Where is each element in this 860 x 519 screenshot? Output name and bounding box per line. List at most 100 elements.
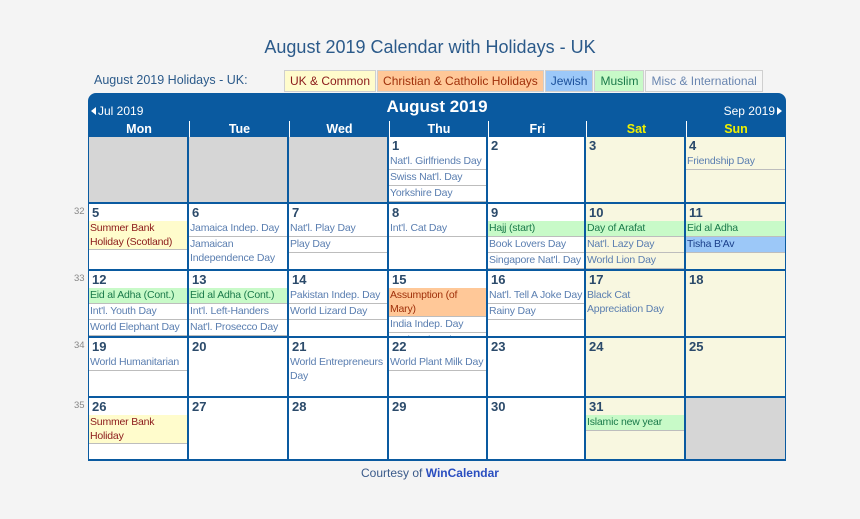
day-cell[interactable]: 6 Jamaica Indep. Day Jamaican Independence…: [189, 204, 289, 271]
day-cell[interactable]: 28: [289, 398, 389, 459]
day-cell[interactable]: 20: [189, 338, 289, 398]
day-cell[interactable]: 18: [686, 271, 785, 338]
day-cell[interactable]: 26 Summer Bank Holiday: [89, 398, 189, 459]
holiday-event[interactable]: Nat'l. Prosecco Day: [189, 320, 287, 336]
wincalendar-link[interactable]: WinCalendar: [426, 466, 499, 480]
day-number[interactable]: 17: [586, 271, 684, 288]
day-cell[interactable]: 19 World Humanitarian: [89, 338, 189, 398]
holiday-event[interactable]: Tisha B'Av: [686, 237, 785, 253]
holiday-event[interactable]: Assumption (of Mary): [389, 288, 486, 317]
legend-misc-international[interactable]: Misc & International: [645, 70, 763, 92]
day-cell[interactable]: 13 Eid al Adha (Cont.) Int'l. Left-Handers…: [189, 271, 289, 338]
day-cell[interactable]: 24: [586, 338, 686, 398]
day-cell[interactable]: 12 Eid al Adha (Cont.) Int'l. Youth Day Wor…: [89, 271, 189, 338]
holiday-event[interactable]: Eid al Adha: [686, 221, 785, 237]
legend-christian-catholic[interactable]: Christian & Catholic Holidays: [377, 70, 544, 92]
day-number[interactable]: 23: [488, 338, 584, 355]
holiday-event[interactable]: Play Day: [289, 237, 387, 253]
next-month-link[interactable]: Sep 2019: [724, 104, 782, 118]
day-cell[interactable]: 29: [389, 398, 488, 459]
day-cell[interactable]: 2: [488, 137, 586, 204]
holiday-event[interactable]: World Entrepreneurs Day: [289, 355, 387, 383]
day-number[interactable]: 7: [289, 204, 387, 221]
holiday-event[interactable]: Nat'l. Girlfriends Day: [389, 154, 486, 170]
day-cell[interactable]: 27: [189, 398, 289, 459]
day-cell[interactable]: 4 Friendship Day: [686, 137, 785, 204]
holiday-event[interactable]: Jamaica Indep. Day: [189, 221, 287, 237]
day-cell[interactable]: 30: [488, 398, 586, 459]
day-number[interactable]: 28: [289, 398, 387, 415]
holiday-event[interactable]: World Lion Day: [586, 253, 684, 269]
day-cell[interactable]: 10 Day of Arafat Nat'l. Lazy Day World Lion…: [586, 204, 686, 271]
day-number[interactable]: 15: [389, 271, 486, 288]
holiday-event[interactable]: Summer Bank Holiday: [89, 415, 187, 444]
holiday-event[interactable]: Nat'l. Lazy Day: [586, 237, 684, 253]
holiday-event[interactable]: World Humanitarian: [89, 355, 187, 371]
holiday-event[interactable]: Swiss Nat'l. Day: [389, 170, 486, 186]
day-cell[interactable]: 25: [686, 338, 785, 398]
day-cell[interactable]: 23: [488, 338, 586, 398]
holiday-event[interactable]: Int'l. Youth Day: [89, 304, 187, 320]
day-cell[interactable]: 5 Summer Bank Holiday (Scotland): [89, 204, 189, 271]
holiday-event[interactable]: Eid al Adha (Cont.): [89, 288, 187, 304]
legend-jewish[interactable]: Jewish: [544, 70, 594, 92]
day-number[interactable]: 18: [686, 271, 785, 288]
day-cell[interactable]: 22 World Plant Milk Day: [389, 338, 488, 398]
holiday-event[interactable]: Eid al Adha (Cont.): [189, 288, 287, 304]
day-cell[interactable]: 21 World Entrepreneurs Day: [289, 338, 389, 398]
day-cell[interactable]: 16 Nat'l. Tell A Joke Day Rainy Day: [488, 271, 586, 338]
day-number[interactable]: 4: [686, 137, 785, 154]
day-cell[interactable]: 15Assumption (of Mary)India Indep. DayNa…: [389, 271, 488, 338]
holiday-event[interactable]: World Lizard Day: [289, 304, 387, 320]
holiday-event[interactable]: India Indep. Day: [389, 317, 486, 333]
day-number[interactable]: 22: [389, 338, 486, 355]
day-number[interactable]: 29: [389, 398, 486, 415]
day-number[interactable]: 6: [189, 204, 287, 221]
holiday-event[interactable]: Hajj (start): [488, 221, 584, 237]
holiday-event[interactable]: Nat'l. Play Day: [289, 221, 387, 237]
holiday-event[interactable]: Singapore Nat'l. Day: [488, 253, 584, 269]
day-number[interactable]: 14: [289, 271, 387, 288]
day-cell[interactable]: 17 Black Cat Appreciation Day: [586, 271, 686, 338]
holiday-event[interactable]: Jamaican Independence Day: [189, 237, 287, 265]
day-number[interactable]: 30: [488, 398, 584, 415]
day-number[interactable]: 5: [89, 204, 187, 221]
day-number[interactable]: 16: [488, 271, 584, 288]
day-number[interactable]: 12: [89, 271, 187, 288]
day-number[interactable]: 8: [389, 204, 486, 221]
day-number[interactable]: 24: [586, 338, 684, 355]
holiday-event[interactable]: Friendship Day: [686, 154, 785, 170]
legend-uk-common[interactable]: UK & Common: [284, 70, 377, 92]
day-cell[interactable]: 3: [586, 137, 686, 204]
day-number[interactable]: 26: [89, 398, 187, 415]
day-number[interactable]: 19: [89, 338, 187, 355]
holiday-event[interactable]: Summer Bank Holiday (Scotland): [89, 221, 187, 250]
day-number[interactable]: 2: [488, 137, 584, 154]
holiday-event[interactable]: Day of Arafat: [586, 221, 684, 237]
holiday-event[interactable]: Nat'l. Tell A Joke Day: [488, 288, 584, 304]
day-number[interactable]: 10: [586, 204, 684, 221]
holiday-event[interactable]: Islamic new year: [586, 415, 684, 431]
day-number[interactable]: 25: [686, 338, 785, 355]
day-number[interactable]: 3: [586, 137, 684, 154]
day-number[interactable]: 11: [686, 204, 785, 221]
day-number[interactable]: 13: [189, 271, 287, 288]
day-cell[interactable]: 7 Nat'l. Play Day Play Day: [289, 204, 389, 271]
holiday-event[interactable]: Rainy Day: [488, 304, 584, 320]
holiday-event[interactable]: Book Lovers Day: [488, 237, 584, 253]
day-number[interactable]: 1: [389, 137, 486, 154]
holiday-event[interactable]: Int'l. Cat Day: [389, 221, 486, 237]
day-cell[interactable]: 11 Eid al Adha Tisha B'Av: [686, 204, 785, 271]
holiday-event[interactable]: Pakistan Indep. Day: [289, 288, 387, 304]
day-number[interactable]: 21: [289, 338, 387, 355]
day-cell[interactable]: 9 Hajj (start) Book Lovers Day Singapore Na…: [488, 204, 586, 271]
holiday-event[interactable]: Yorkshire Day: [389, 186, 486, 202]
day-cell[interactable]: 1 Nat'l. Girlfriends Day Swiss Nat'l. Day Y…: [389, 137, 488, 204]
day-number[interactable]: 20: [189, 338, 287, 355]
holiday-event[interactable]: Int'l. Left-Handers: [189, 304, 287, 320]
holiday-event[interactable]: World Elephant Day: [89, 320, 187, 336]
day-number[interactable]: 31: [586, 398, 684, 415]
prev-month-link[interactable]: Jul 2019: [91, 104, 143, 118]
holiday-event[interactable]: World Plant Milk Day: [389, 355, 486, 371]
holiday-event[interactable]: Black Cat Appreciation Day: [586, 288, 684, 316]
